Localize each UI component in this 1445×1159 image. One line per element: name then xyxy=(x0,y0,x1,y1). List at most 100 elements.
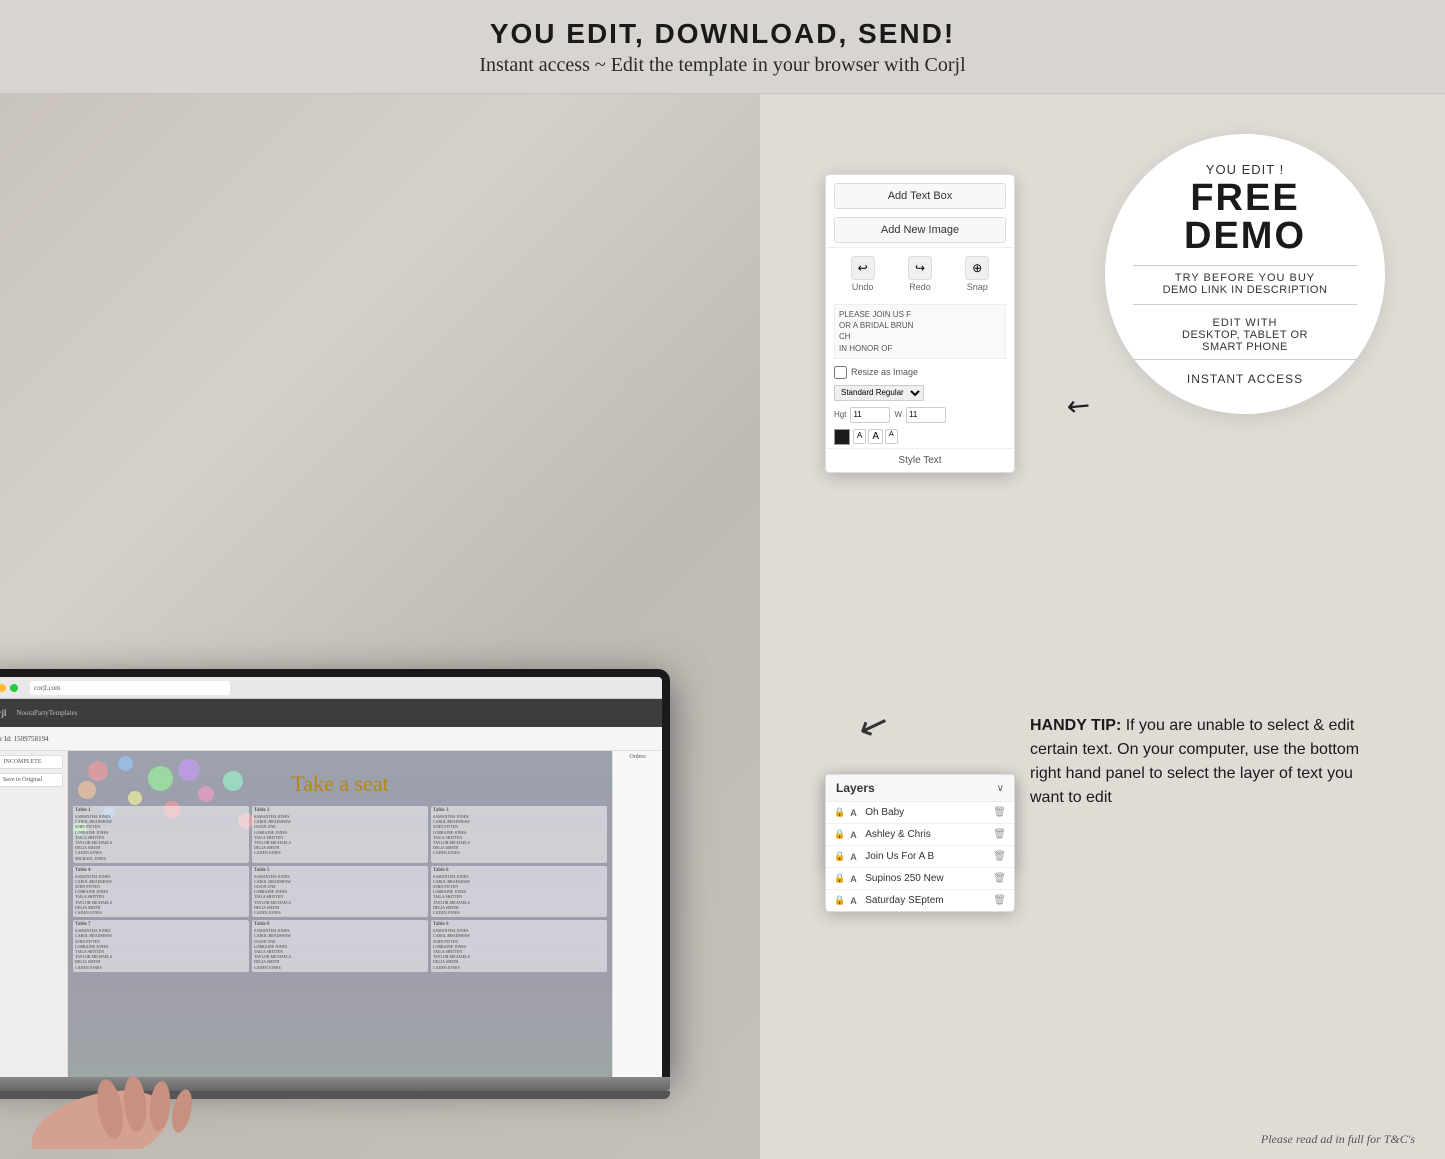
table-8-title: Table 8 xyxy=(254,922,426,927)
layer-join-us[interactable]: 🔒 A Join Us For A B 🗑 xyxy=(826,846,1014,868)
text-preview-line1: PLEASE JOIN US F xyxy=(839,309,1001,320)
table-7-names: SAMANTHA JONESCAROL BRADSHAWJOHN PITTENL… xyxy=(75,928,247,970)
table-4-names: SAMANTHA JONESCAROL BRADSHAWJOHN PITTENL… xyxy=(75,874,247,916)
corjl-order-id: Order Id: 1509758194 xyxy=(0,735,49,743)
seating-chart-title: Take a seat xyxy=(291,771,388,797)
resize-as-image-label: Resize as Image xyxy=(851,367,918,377)
layer-lock-saturdayseptem: 🔒 xyxy=(834,895,845,906)
bubble-2 xyxy=(118,756,133,771)
bubble-5 xyxy=(178,759,200,781)
arrow-circle-to-panel: ↙ xyxy=(1058,385,1098,426)
layer-type-saturdayseptem: A xyxy=(850,896,860,906)
banner-subline: Instant access ~ Edit the template in yo… xyxy=(0,54,1445,77)
size-presets: A A A xyxy=(853,429,898,444)
layer-saturday-septem[interactable]: 🔒 A Saturday SEptem 🗑 xyxy=(826,890,1014,911)
hand-svg xyxy=(20,1009,240,1149)
demo-link-label: DEMO LINK IN DESCRIPTION xyxy=(1163,284,1328,296)
banner-headline: YOU EDIT, DOWNLOAD, SEND! xyxy=(0,18,1445,50)
corjl-right-tools: Orders xyxy=(612,751,662,1077)
width-input[interactable] xyxy=(906,407,946,423)
table-6-names: SAMANTHA JONESCAROL BRADSHAWJOHN PITTENL… xyxy=(433,874,605,916)
layers-expanded-title: Layers xyxy=(836,781,875,795)
table-9: Table 9 SAMANTHA JONESCAROL BRADSHAWJOHN… xyxy=(431,920,607,972)
bubble-1 xyxy=(88,761,108,781)
width-label: W xyxy=(894,410,902,419)
demo-devices-label: DESKTOP, TABLET OR xyxy=(1182,329,1308,341)
size-preset-2[interactable]: A xyxy=(868,429,883,444)
size-preset-3[interactable]: A xyxy=(885,429,898,444)
layer-type-ashley: A xyxy=(850,830,860,840)
layer-delete-ashley[interactable]: 🗑 xyxy=(993,829,1006,840)
height-label: Hgt xyxy=(834,410,846,419)
layer-oh-baby[interactable]: 🔒 A Oh Baby 🗑 xyxy=(826,802,1014,824)
snap-icon: ⊕ xyxy=(965,256,989,280)
corjl-floating-panel: Add Text Box Add New Image ↩ Undo ↪ Redo… xyxy=(825,174,1015,473)
resize-as-image-checkbox[interactable] xyxy=(834,366,847,379)
size-preset-1[interactable]: A xyxy=(853,429,866,444)
table-2: Table 2 SAMANTHA JONESCAROL BRADSHAWJASO… xyxy=(252,806,428,863)
font-style-row: Standard Regular xyxy=(826,382,1014,404)
font-style-select[interactable]: Standard Regular xyxy=(834,385,924,401)
footer: Please read ad in full for T&C's xyxy=(1261,1132,1415,1147)
demo-divider-2 xyxy=(1133,304,1357,305)
layer-name-saturdayseptem: Saturday SEptem xyxy=(865,895,988,906)
snap-tool[interactable]: ⊕ Snap xyxy=(965,256,989,292)
layer-supinos[interactable]: 🔒 A Supinos 250 New 🗑 xyxy=(826,868,1014,890)
text-preview-line2: OR A BRIDAL BRUN xyxy=(839,320,1001,331)
height-input[interactable] xyxy=(850,407,890,423)
table-6-title: Table 6 xyxy=(433,868,605,873)
browser-chrome: corjl.com xyxy=(0,677,662,699)
footer-text: Please read ad in full for T&C's xyxy=(1261,1132,1415,1146)
layers-panel-expanded: Layers ∨ 🔒 A Oh Baby 🗑 🔒 A Ashley & Chri… xyxy=(825,774,1015,912)
table-2-title: Table 2 xyxy=(254,808,426,813)
table-4: Table 4 SAMANTHA JONESCAROL BRADSHAWJOHN… xyxy=(73,866,249,918)
sidebar-save: Save to Original xyxy=(0,773,63,787)
corjl-nav: NooraPartyTemplates xyxy=(13,707,82,719)
add-text-box-button[interactable]: Add Text Box xyxy=(834,183,1006,209)
layer-name-supinos: Supinos 250 New xyxy=(865,873,988,884)
table-5-names: SAMANTHA JONESCAROL BRADSHAWJASON ONELOR… xyxy=(254,874,426,916)
table-3-title: Table 3 xyxy=(433,808,605,813)
laptop-bg: corjl.com Corjl NooraPartyTemplates Orde… xyxy=(0,94,760,1159)
corjl-nav-item: NooraPartyTemplates xyxy=(13,707,82,719)
demo-circle: YOU EDIT ! FREE DEMO TRY BEFORE YOU BUY … xyxy=(1105,134,1385,414)
layer-delete-supinos[interactable]: 🗑 xyxy=(993,873,1006,884)
corjl-header: Corjl NooraPartyTemplates xyxy=(0,699,662,727)
layer-name-join: Join Us For A B xyxy=(865,851,988,862)
undo-label: Undo xyxy=(852,282,874,292)
layer-name-ashley: Ashley & Chris xyxy=(865,829,988,840)
layer-type-supinos: A xyxy=(850,874,860,884)
table-5-title: Table 5 xyxy=(254,868,426,873)
size-inputs-row: Hgt W xyxy=(826,404,1014,426)
layer-name-oh-baby: Oh Baby xyxy=(865,807,988,818)
layer-type-oh-baby: A xyxy=(850,808,860,818)
color-swatch[interactable] xyxy=(834,429,850,445)
corjl-toolbar: Order Id: 1509758194 xyxy=(0,727,662,751)
add-new-image-button[interactable]: Add New Image xyxy=(834,217,1006,243)
handy-tip-section: HANDY TIP: If you are unable to select &… xyxy=(1030,714,1390,810)
text-preview-line4: IN HONOR OF xyxy=(839,343,1001,354)
layer-delete-saturdayseptem[interactable]: 🗑 xyxy=(993,895,1006,906)
redo-tool[interactable]: ↪ Redo xyxy=(908,256,932,292)
undo-tool[interactable]: ↩ Undo xyxy=(851,256,875,292)
table-6: Table 6 SAMANTHA JONESCAROL BRADSHAWJOHN… xyxy=(431,866,607,918)
redo-icon: ↪ xyxy=(908,256,932,280)
layers-expanded-chevron[interactable]: ∨ xyxy=(997,783,1004,794)
demo-try-label: TRY BEFORE YOU BUY xyxy=(1175,272,1315,284)
seating-tables: Table 1 SAMANTHA JONESCAROL BRADSHAWJOHN… xyxy=(73,806,607,972)
layer-ashley-chris[interactable]: 🔒 A Ashley & Chris 🗑 xyxy=(826,824,1014,846)
undo-icon: ↩ xyxy=(851,256,875,280)
hand-area xyxy=(20,1009,240,1149)
resize-as-image-row: Resize as Image xyxy=(826,363,1014,382)
layer-delete-oh-baby[interactable]: 🗑 xyxy=(993,807,1006,818)
table-8: Table 8 SAMANTHA JONESCAROL BRADSHAWJASO… xyxy=(252,920,428,972)
layer-delete-join[interactable]: 🗑 xyxy=(993,851,1006,862)
demo-demo-label: DEMO xyxy=(1184,217,1306,255)
demo-you-edit-label: YOU EDIT ! xyxy=(1206,162,1284,177)
corjl-logo: Corjl xyxy=(0,708,7,718)
demo-smartphone-label: SMART PHONE xyxy=(1202,341,1288,353)
layer-lock-supinos: 🔒 xyxy=(834,873,845,884)
style-text-label: Style Text xyxy=(898,455,941,466)
style-text-section: Style Text xyxy=(826,448,1014,472)
layer-type-join: A xyxy=(850,852,860,862)
